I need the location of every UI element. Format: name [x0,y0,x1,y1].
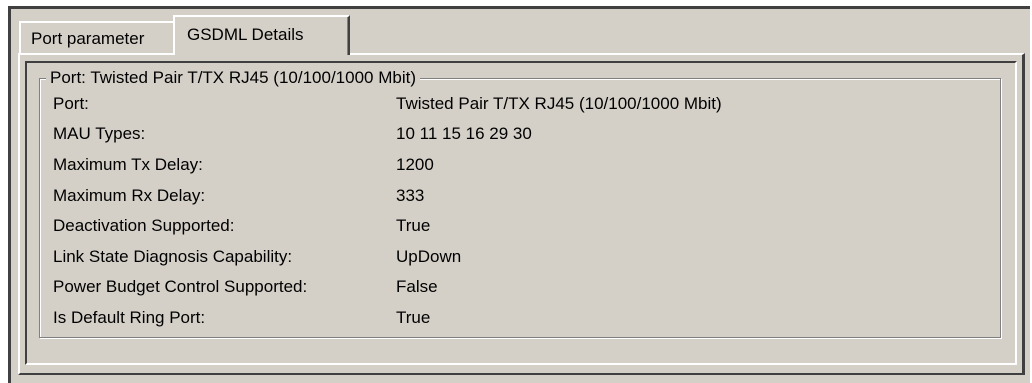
row-max-tx-delay: Maximum Tx Delay: 1200 [53,150,983,180]
row-power-budget-control: Power Budget Control Supported: False [53,272,983,302]
tab-page-gsdml-details: Port: Twisted Pair T/TX RJ45 (10/100/100… [18,53,1025,375]
row-value: 333 [396,186,425,205]
row-label: Maximum Rx Delay: [53,186,206,205]
row-value: True [396,308,431,327]
row-mau-types: MAU Types: 10 11 15 16 29 30 [53,119,983,149]
row-port: Port: Twisted Pair T/TX RJ45 (10/100/100… [53,89,983,119]
row-label: Port: [53,94,89,113]
tab-gsdml-details[interactable]: GSDML Details [173,15,350,55]
tab-port-parameter[interactable]: Port parameter [19,21,175,53]
row-label: Link State Diagnosis Capability: [53,247,293,266]
row-value: False [396,277,438,296]
row-link-state-diagnosis: Link State Diagnosis Capability: UpDown [53,242,983,272]
row-value: Twisted Pair T/TX RJ45 (10/100/1000 Mbit… [396,94,722,113]
row-label: MAU Types: [53,124,146,143]
row-value: 1200 [396,155,434,174]
details-frame: Port: Twisted Pair T/TX RJ45 (10/100/100… [25,61,1017,365]
row-label: Maximum Tx Delay: [53,155,203,174]
row-label: Power Budget Control Supported: [53,277,308,296]
tab-gsdml-details-label: GSDML Details [187,25,304,44]
dialog-window: Port parameter GSDML Details Port: Twist… [8,6,1030,383]
row-label: Is Default Ring Port: [53,308,206,327]
row-value: 10 11 15 16 29 30 [396,124,532,143]
row-deactivation-supported: Deactivation Supported: True [53,211,983,241]
groupbox-title: Port: Twisted Pair T/TX RJ45 (10/100/100… [46,67,420,89]
row-value: True [396,216,431,235]
port-groupbox: Port: Twisted Pair T/TX RJ45 (10/100/100… [39,67,1001,338]
tab-port-parameter-label: Port parameter [31,29,145,48]
row-value: UpDown [396,247,462,266]
row-default-ring-port: Is Default Ring Port: True [53,303,983,333]
row-max-rx-delay: Maximum Rx Delay: 333 [53,181,983,211]
row-label: Deactivation Supported: [53,216,235,235]
